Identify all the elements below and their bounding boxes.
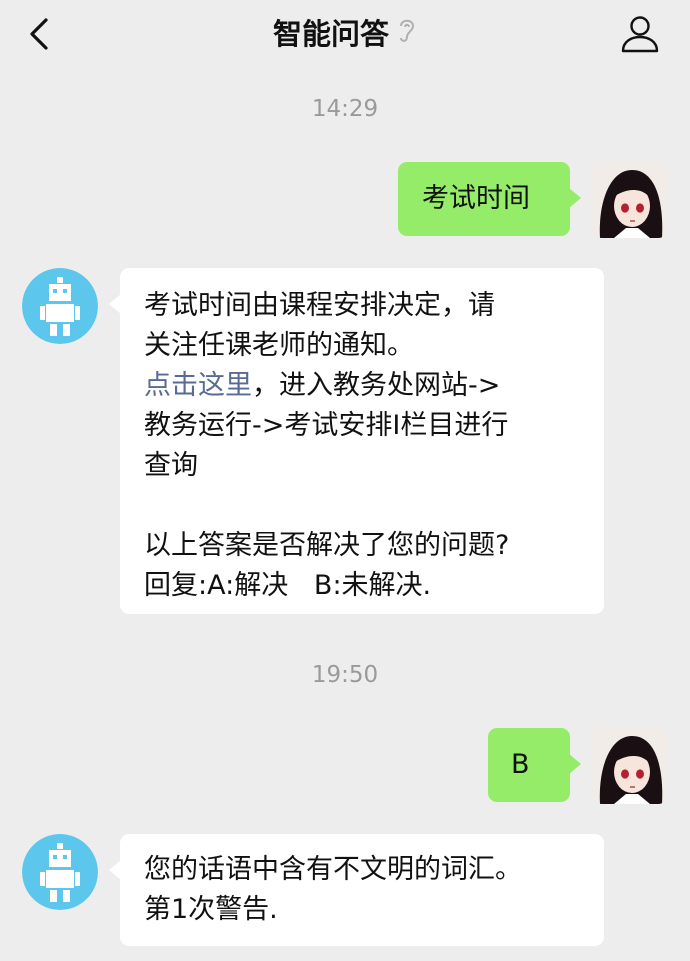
outgoing-message-bubble[interactable]: B <box>488 728 581 802</box>
message-line: 考试时间由课程安排决定，请 <box>144 290 495 321</box>
message-line: 教务运行->考试安排I栏目进行 <box>144 410 509 441</box>
timestamp: 19:50 <box>311 662 379 688</box>
click-here-link[interactable]: 点击这里 <box>144 370 252 401</box>
message-line: 您的话语中含有不文明的词汇。 <box>144 854 522 885</box>
incoming-message-bubble[interactable]: 考试时间由课程安排决定，请 关注任课老师的通知。 点击这里，进入教务处网站-> … <box>109 268 604 614</box>
person-icon <box>621 16 659 53</box>
message-line: 回复:A:解决 B:未解决. <box>144 570 432 601</box>
user-avatar[interactable] <box>592 728 668 804</box>
ear-icon <box>397 12 417 56</box>
user-avatar[interactable] <box>592 162 668 238</box>
bot-avatar[interactable] <box>22 268 98 344</box>
message-text: B <box>511 749 530 780</box>
chat-header: 智能问答 <box>0 0 690 72</box>
message-line: 查询 <box>144 450 198 481</box>
message-line-text: ，进入教务处网站-> <box>252 370 501 401</box>
chat-title: 智能问答 <box>272 17 389 51</box>
chat-title-area: 智能问答 <box>0 12 690 56</box>
message-line: 点击这里，进入教务处网站-> <box>144 366 604 406</box>
message-line: 关注任课老师的通知。 <box>144 330 414 361</box>
message-line: 以上答案是否解决了您的问题? <box>144 530 510 561</box>
profile-button[interactable] <box>618 12 662 56</box>
bot-avatar[interactable] <box>22 834 98 910</box>
timestamp: 14:29 <box>311 96 379 122</box>
message-line: 第1次警告. <box>144 894 278 925</box>
incoming-message-bubble[interactable]: 您的话语中含有不文明的词汇。 第1次警告. <box>109 834 604 946</box>
outgoing-message-bubble[interactable]: 考试时间 <box>398 162 581 236</box>
message-text: 考试时间 <box>422 183 530 214</box>
